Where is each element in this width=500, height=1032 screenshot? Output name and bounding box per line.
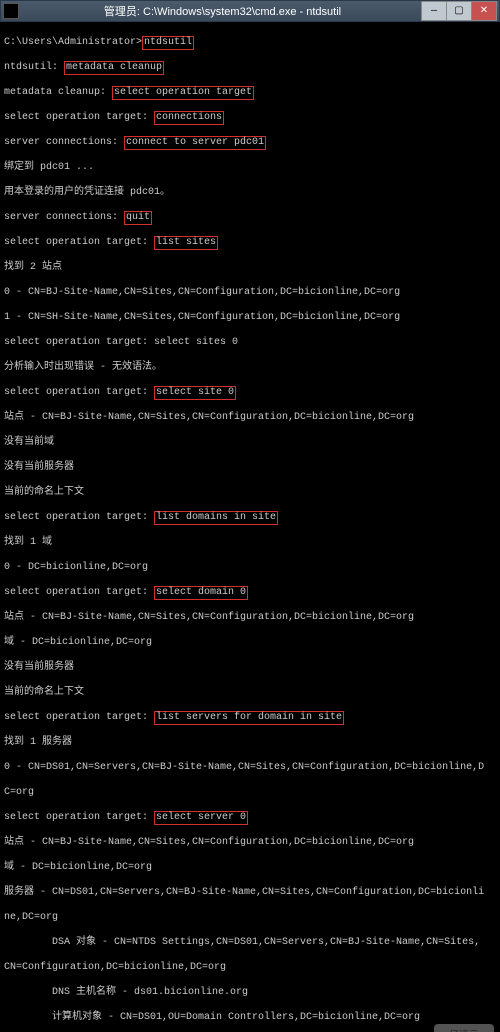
output-line: 站点 - CN=BJ-Site-Name,CN=Sites,CN=Configu… <box>4 837 496 850</box>
output-line: 用本登录的用户的凭证连接 pdc01。 <box>4 187 496 200</box>
output-line: select operation target: select domain 0 <box>4 587 496 600</box>
output-line: 没有当前服务器 <box>4 462 496 475</box>
output-line: 找到 2 站点 <box>4 262 496 275</box>
output-line: C:\Users\Administrator>ntdsutil <box>4 37 496 50</box>
hl-select-domain-0: select domain 0 <box>154 586 248 601</box>
output-line: 服务器 - CN=DS01,CN=Servers,CN=BJ-Site-Name… <box>4 887 496 900</box>
output-line: server connections: quit <box>4 212 496 225</box>
output-line: CN=Configuration,DC=bicionline,DC=org <box>4 962 496 975</box>
output-line: select operation target: list domains in… <box>4 512 496 525</box>
output-line: 域 - DC=bicionline,DC=org <box>4 862 496 875</box>
output-line: 当前的命名上下文 <box>4 687 496 700</box>
maximize-button[interactable]: ▢ <box>446 1 472 21</box>
output-line: 0 - DC=bicionline,DC=org <box>4 562 496 575</box>
terminal-output[interactable]: C:\Users\Administrator>ntdsutil ntdsutil… <box>0 22 500 1032</box>
output-line: 站点 - CN=BJ-Site-Name,CN=Sites,CN=Configu… <box>4 612 496 625</box>
close-button[interactable]: ✕ <box>471 1 497 21</box>
hl-connect-to-server: connect to server pdc01 <box>124 136 266 151</box>
output-line: DSA 对象 - CN=NTDS Settings,CN=DS01,CN=Ser… <box>4 937 496 950</box>
output-line: 0 - CN=BJ-Site-Name,CN=Sites,CN=Configur… <box>4 287 496 300</box>
output-line: server connections: connect to server pd… <box>4 137 496 150</box>
window-title: 管理员: C:\Windows\system32\cmd.exe - ntdsu… <box>23 3 422 19</box>
output-line: DNS 主机名称 - ds01.bicionline.org <box>4 987 496 1000</box>
titlebar: 管理员: C:\Windows\system32\cmd.exe - ntdsu… <box>0 0 500 22</box>
output-line: select operation target: connections <box>4 112 496 125</box>
watermark-icon: 亿速云 <box>434 1024 494 1032</box>
output-line: 绑定到 pdc01 ... <box>4 162 496 175</box>
output-line: select operation target: list servers fo… <box>4 712 496 725</box>
output-line: ntdsutil: metadata cleanup <box>4 62 496 75</box>
output-line: 找到 1 域 <box>4 537 496 550</box>
hl-select-site-0: select site 0 <box>154 386 236 401</box>
output-line: 0 - CN=DS01,CN=Servers,CN=BJ-Site-Name,C… <box>4 762 496 775</box>
output-line: select operation target: select site 0 <box>4 387 496 400</box>
output-line: 当前的命名上下文 <box>4 487 496 500</box>
minimize-button[interactable]: — <box>421 1 447 21</box>
hl-connections: connections <box>154 111 224 126</box>
output-line: 1 - CN=SH-Site-Name,CN=Sites,CN=Configur… <box>4 312 496 325</box>
output-line: select operation target: list sites <box>4 237 496 250</box>
output-line: 没有当前服务器 <box>4 662 496 675</box>
output-line: 域 - DC=bicionline,DC=org <box>4 637 496 650</box>
window-controls: — ▢ ✕ <box>422 1 497 21</box>
hl-metadata-cleanup: metadata cleanup <box>64 61 164 76</box>
hl-list-sites: list sites <box>154 236 218 251</box>
cmd-icon <box>3 3 19 19</box>
hl-select-server-0: select server 0 <box>154 811 248 826</box>
hl-list-servers-for-domain: list servers for domain in site <box>154 711 344 726</box>
hl-list-domains-in-site: list domains in site <box>154 511 278 526</box>
output-line: ne,DC=org <box>4 912 496 925</box>
output-line: 站点 - CN=BJ-Site-Name,CN=Sites,CN=Configu… <box>4 412 496 425</box>
hl-select-operation-target: select operation target <box>112 86 254 101</box>
output-line: 找到 1 服务器 <box>4 737 496 750</box>
output-line: 分析输入时出现错误 - 无效语法。 <box>4 362 496 375</box>
output-line: C=org <box>4 787 496 800</box>
output-line: select operation target: select server 0 <box>4 812 496 825</box>
output-line: metadata cleanup: select operation targe… <box>4 87 496 100</box>
hl-ntdsutil: ntdsutil <box>142 36 194 51</box>
output-line: select operation target: select sites 0 <box>4 337 496 350</box>
output-line: 没有当前域 <box>4 437 496 450</box>
output-line: 计算机对象 - CN=DS01,OU=Domain Controllers,DC… <box>4 1012 496 1025</box>
hl-quit: quit <box>124 211 152 226</box>
